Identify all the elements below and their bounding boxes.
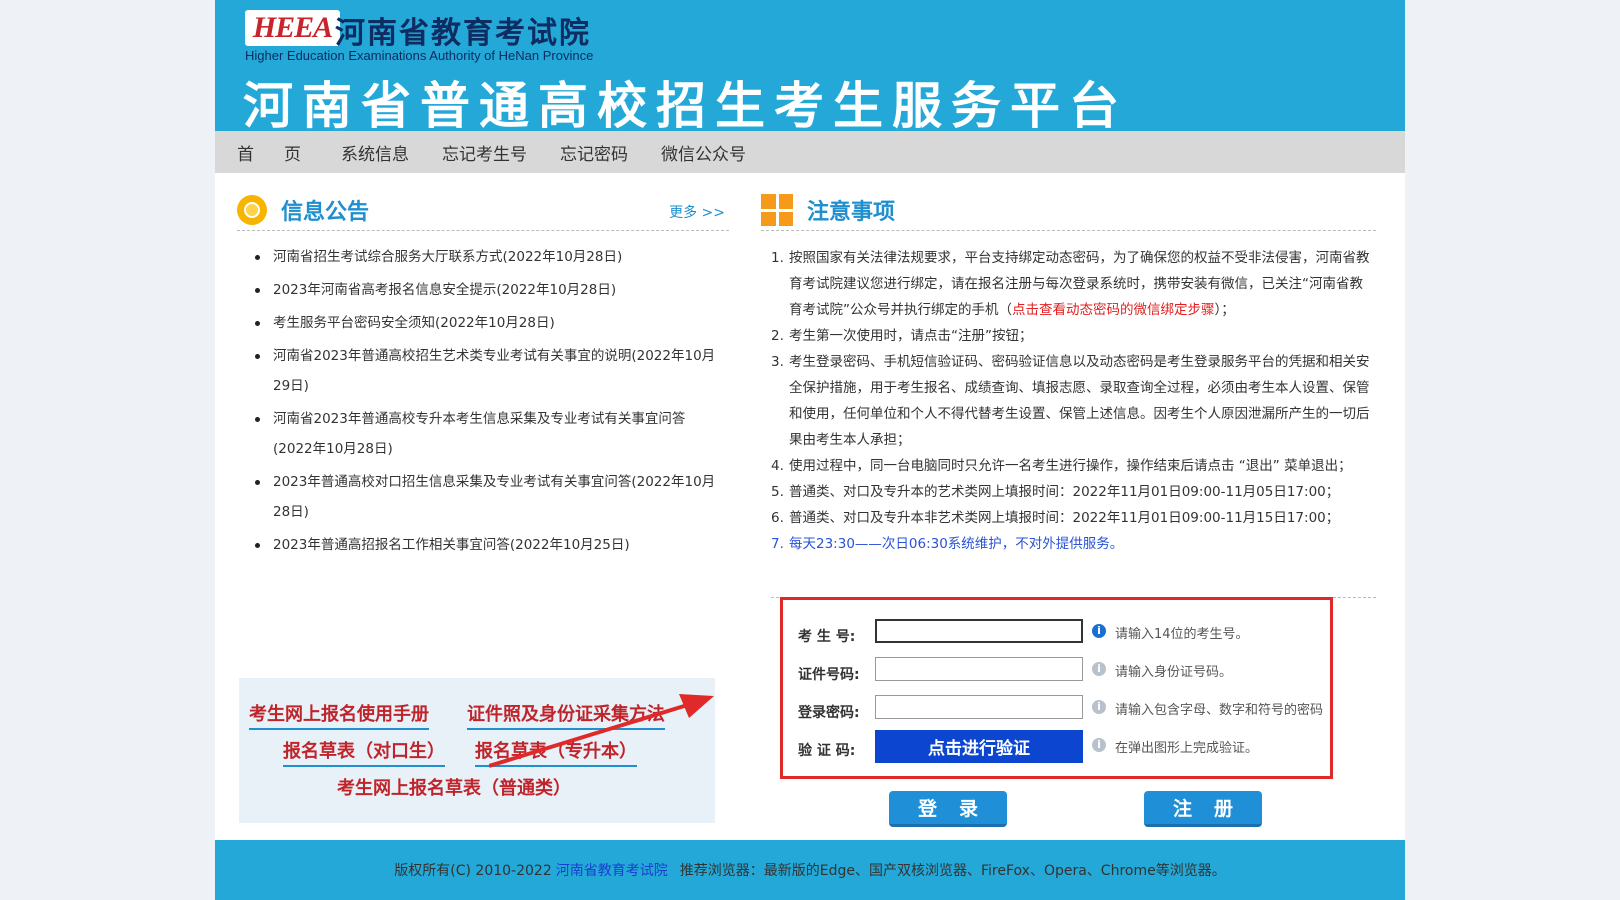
org-name-en: Higher Education Examinations Authority … [245, 48, 594, 63]
notice-title: 注意事项 [807, 200, 896, 225]
main-nav: 首页 系统信息 忘记考生号 忘记密码 微信公众号 [215, 131, 1405, 173]
cert-number-input[interactable] [875, 657, 1083, 681]
announcement-item[interactable]: 河南省2023年普通高校招生艺术类专业考试有关事宜的说明(2022年10月29日… [237, 341, 717, 401]
logo-text: HEEA [252, 11, 333, 44]
student-id-hint: 请输入14位的考生号。 [1115, 627, 1249, 642]
register-button[interactable]: 注册 [1144, 791, 1262, 827]
cert-number-label: 证件号码: [798, 667, 860, 683]
password-hint: 请输入包含字母、数字和符号的密码 [1115, 703, 1324, 718]
notice-item: 5. 普通类、对口及专升本的艺术类网上填报时间：2022年11月01日09:00… [771, 484, 1340, 500]
announcement-item[interactable]: 2023年普通高招报名工作相关事宜问答(2022年10月25日) [237, 530, 717, 560]
form-duikou-link[interactable]: 报名草表（对口生） [283, 737, 445, 767]
notice-item: 2. 考生第一次使用时，请点击“注册”按钮； [771, 328, 1033, 344]
org-link[interactable]: 河南省教育考试院 [556, 860, 668, 880]
notice-item: 7. 每天23:30——次日06:30系统维护，不对外提供服务。 [771, 536, 1124, 552]
browser-recommendation: 推荐浏览器：最新版的Edge、国产双核浏览器、FireFox、Opera、Chr… [679, 863, 1226, 879]
wechat-bind-steps-link[interactable]: 点击查看动态密码的微信绑定步骤 [1012, 302, 1215, 318]
captcha-hint: 在弹出图形上完成验证。 [1115, 741, 1259, 756]
manual-link[interactable]: 考生网上报名使用手册 [249, 700, 429, 730]
verify-button[interactable]: 点击进行验证 [875, 730, 1083, 763]
info-icon: i [1092, 624, 1106, 638]
announcement-list: 河南省招生考试综合服务大厅联系方式(2022年10月28日) 2023年河南省高… [237, 242, 717, 563]
announcement-item[interactable]: 河南省2023年普通高校专升本考生信息采集及专业考试有关事宜问答(2022年10… [237, 404, 717, 464]
header-banner: HEEA 河南省教育考试院 Higher Education Examinati… [215, 0, 1405, 135]
footer: 版权所有(C) 2010-2022 河南省教育考试院 推荐浏览器：最新版的Edg… [215, 840, 1405, 900]
info-icon: i [1092, 700, 1106, 714]
notice-item: 6. 普通类、对口及专升本非艺术类网上填报时间：2022年11月01日09:00… [771, 510, 1340, 526]
captcha-label: 验 证 码: [798, 743, 856, 759]
notice-item: 3. 考生登录密码、手机短信验证码、密码验证信息以及动态密码是考生登录服务平台的… [771, 354, 1370, 448]
announcement-item[interactable]: 考生服务平台密码安全须知(2022年10月28日) [237, 308, 717, 338]
password-input[interactable] [875, 695, 1083, 719]
page: HEEA 河南省教育考试院 Higher Education Examinati… [215, 0, 1405, 900]
info-icon: i [1092, 662, 1106, 676]
password-label: 登录密码: [798, 705, 860, 721]
nav-forgot-password[interactable]: 忘记密码 [560, 140, 628, 165]
notice-item: 4. 使用过程中，同一台电脑同时只允许一名考生进行操作，操作结束后请点击 “退出… [771, 458, 1352, 474]
student-id-input[interactable] [875, 619, 1083, 643]
sun-icon [237, 195, 267, 225]
nav-home[interactable]: 首页 [237, 140, 331, 165]
nav-forgot-id[interactable]: 忘记考生号 [442, 140, 527, 165]
login-button[interactable]: 登录 [889, 791, 1007, 827]
cert-number-hint: 请输入身份证号码。 [1115, 665, 1233, 680]
announcement-item[interactable]: 2023年普通高校对口招生信息采集及专业考试有关事宜问答(2022年10月28日… [237, 467, 717, 527]
nav-system-info[interactable]: 系统信息 [341, 140, 409, 165]
announcement-item[interactable]: 河南省招生考试综合服务大厅联系方式(2022年10月28日) [237, 242, 717, 272]
download-links-box: 考生网上报名使用手册 证件照及身份证采集方法 报名草表（对口生） 报名草表（专升… [239, 678, 715, 823]
notice-list: 1. 按照国家有关法律法规要求，平台支持绑定动态密码，为了确保您的权益不受非法侵… [771, 245, 1371, 557]
org-name-cn: 河南省教育考试院 [335, 16, 591, 51]
notice-item: 1. 按照国家有关法律法规要求，平台支持绑定动态密码，为了确保您的权益不受非法侵… [771, 250, 1370, 318]
more-link[interactable]: 更多 >> [669, 202, 725, 222]
announcements-title: 信息公告 [281, 200, 370, 225]
announcement-item[interactable]: 2023年河南省高考报名信息安全提示(2022年10月28日) [237, 275, 717, 305]
announcements-header: 信息公告 更多 >> [237, 190, 729, 231]
info-icon: i [1092, 738, 1106, 752]
grid-icon [761, 194, 793, 226]
heea-logo: HEEA [245, 10, 340, 46]
form-putong-link[interactable]: 考生网上报名草表（普通类） [337, 774, 571, 802]
student-id-label: 考 生 号: [798, 629, 856, 645]
red-arrow-annotation [489, 694, 714, 768]
notice-header: 注意事项 [761, 190, 1376, 231]
nav-wechat[interactable]: 微信公众号 [661, 140, 746, 165]
platform-title: 河南省普通高校招生考生服务平台 [243, 77, 1128, 135]
copyright-text: 版权所有(C) 2010-2022 [394, 863, 552, 879]
